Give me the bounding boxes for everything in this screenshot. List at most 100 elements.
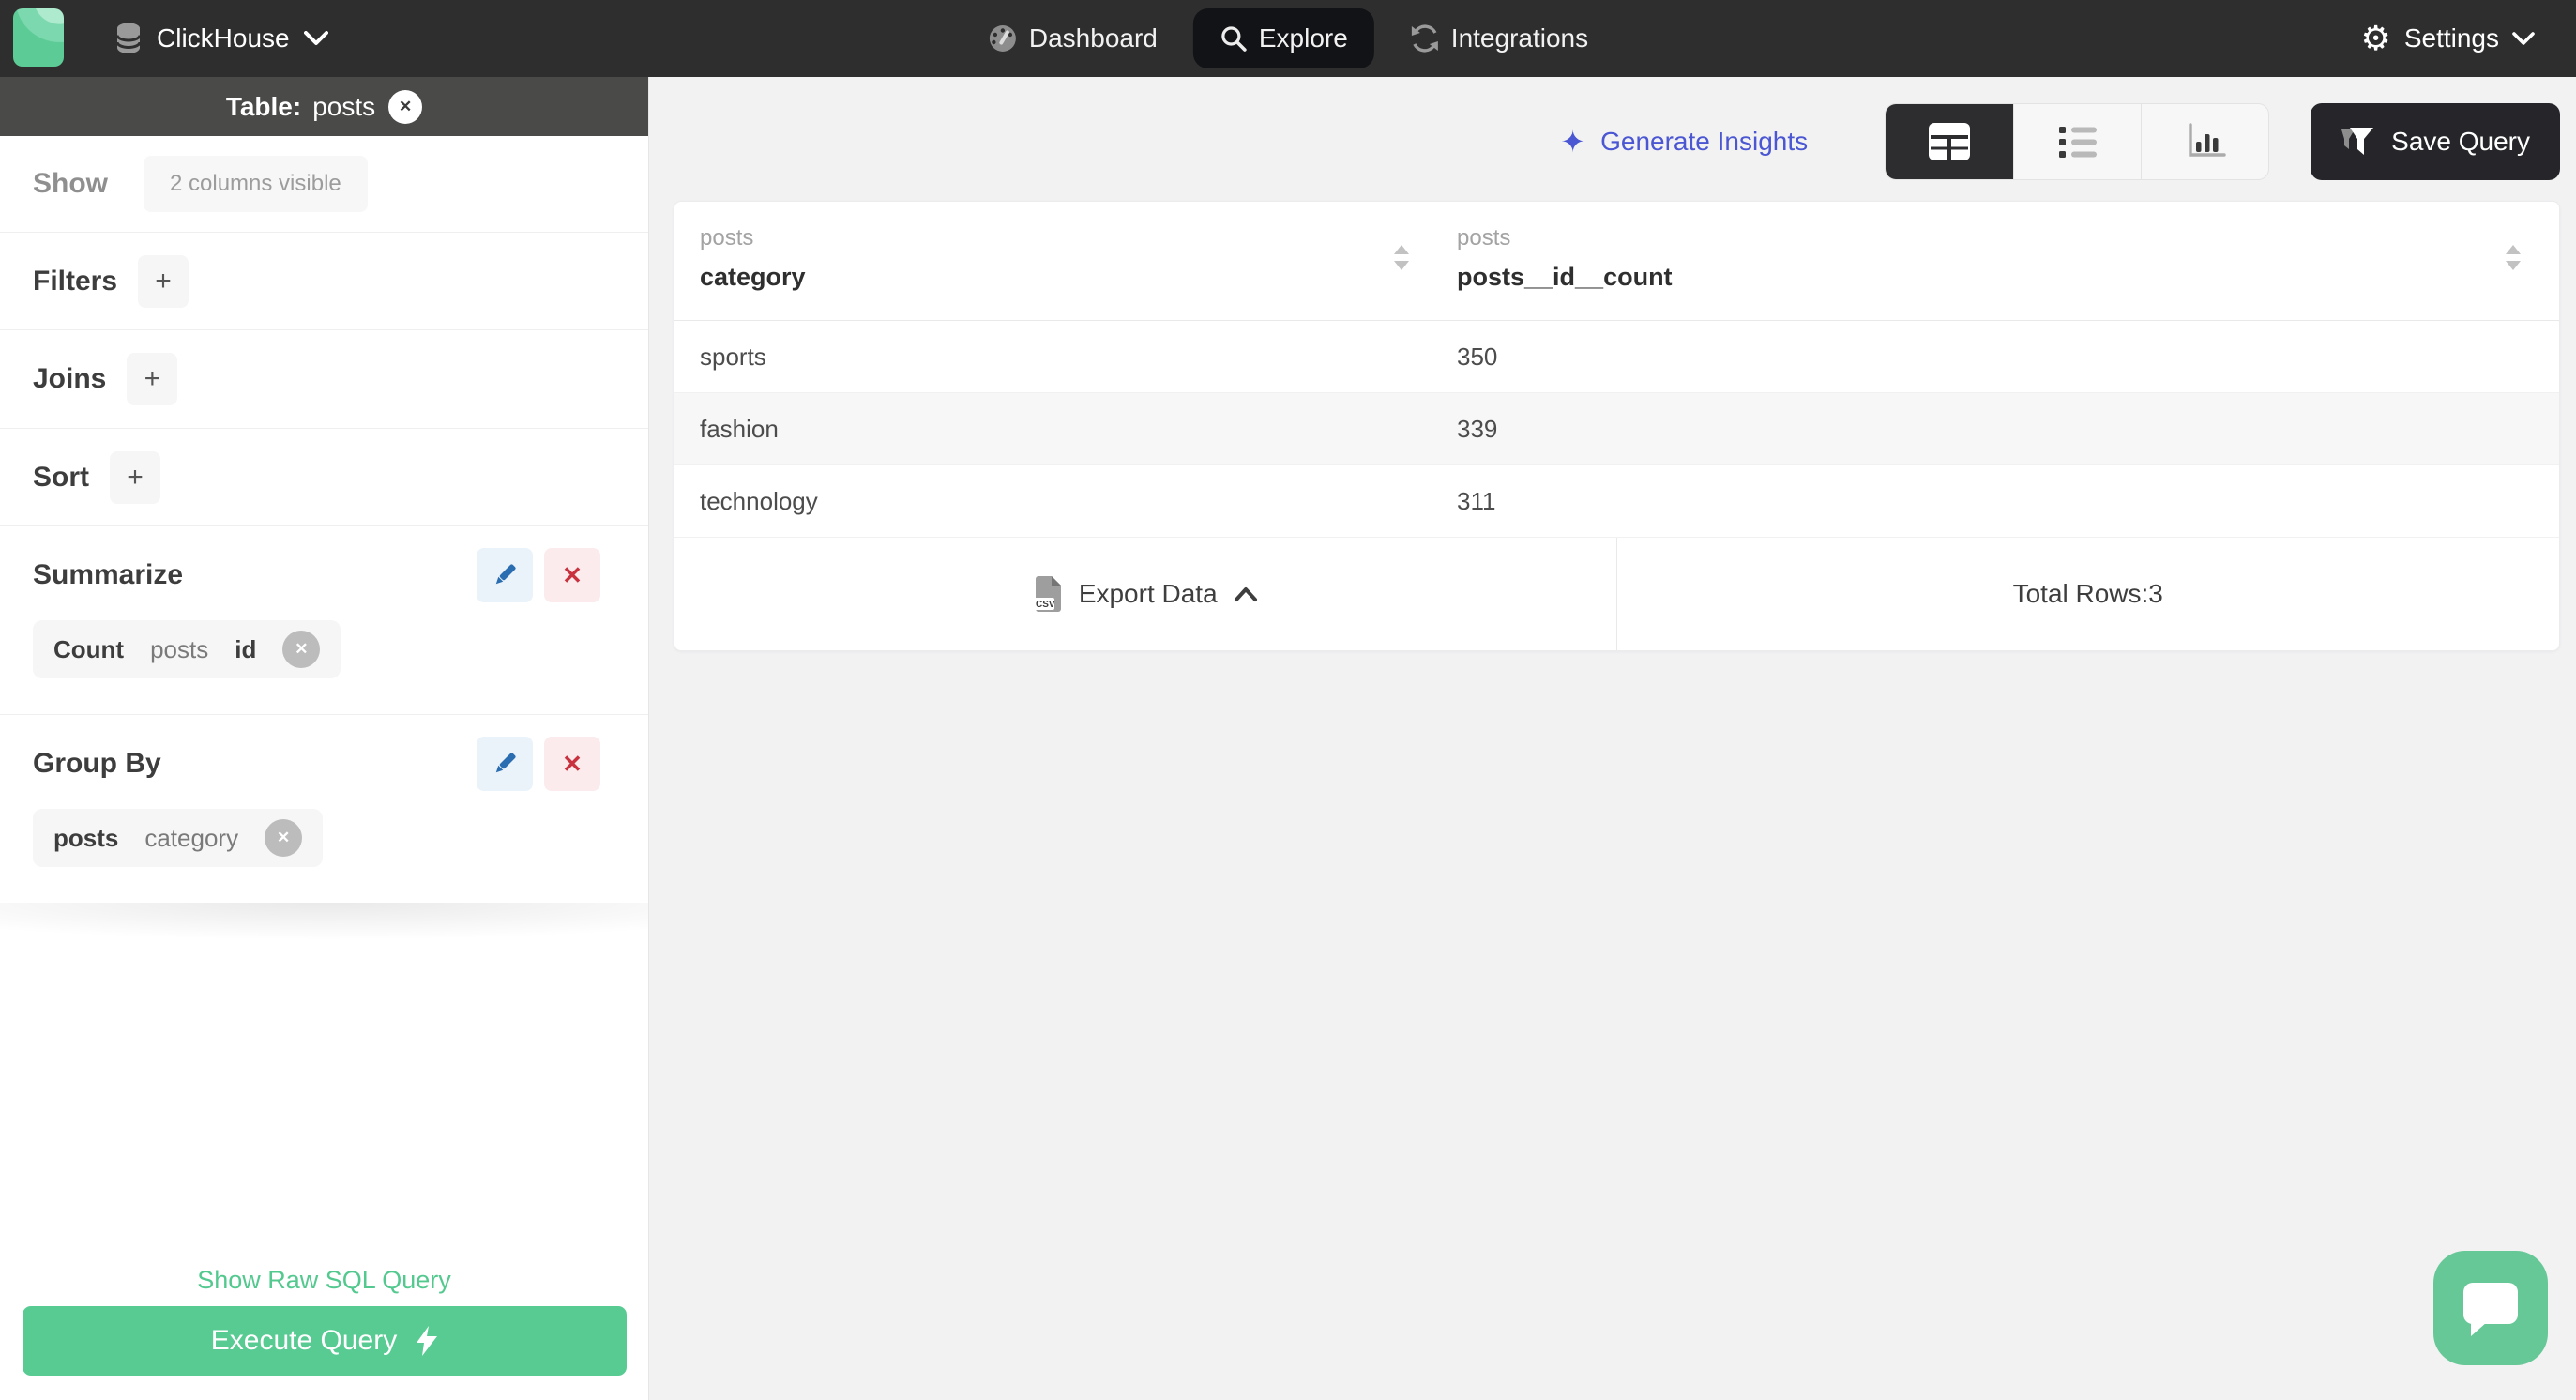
settings-menu[interactable]: ⚙ Settings [2361,0,2535,77]
column-name: posts__id__count [1457,263,1673,291]
chevron-down-icon [303,31,328,45]
query-builder-sidebar: Table: posts ✕ Show 2 columns visible Fi… [0,77,649,1400]
remove-summarize-button[interactable]: ✕ [544,548,600,602]
summarize-table: posts [150,634,209,663]
summarize-chip: Count posts id ✕ [33,620,341,678]
save-query-button[interactable]: Save Query [2311,103,2560,180]
chat-widget-button[interactable] [2433,1251,2548,1365]
save-query-label: Save Query [2391,127,2530,156]
table-footer: CSV Export Data Total Rows:3 [674,538,2559,650]
table-row: sports 350 [674,321,2559,393]
column-group: posts [1457,225,1511,251]
search-icon [1221,26,1247,52]
table-cell: 311 [1457,486,1496,515]
results-toolbar: ✦ Generate Insights Save Query [649,103,2560,180]
csv-label: CSV [1036,600,1055,610]
plus-icon: + [127,461,144,493]
sections-end-shadow [0,903,648,963]
gear-icon: ⚙ [2360,19,2391,57]
table-view-button[interactable] [1886,104,2014,179]
add-join-button[interactable]: + [127,353,178,405]
add-filter-button[interactable]: + [138,254,189,308]
export-data-label: Export Data [1078,579,1218,608]
plus-icon: + [144,363,161,394]
remove-group-by-chip-button[interactable]: ✕ [265,819,303,857]
app-logo[interactable] [13,8,64,67]
sparkle-icon: ✦ [1560,125,1586,159]
columns-visible-chip[interactable]: 2 columns visible [144,156,368,212]
filters-label: Filters [33,265,118,297]
nav-integrations-label: Integrations [1450,23,1589,53]
generate-insights-button[interactable]: ✦ Generate Insights [1560,127,1808,157]
remove-group-by-button[interactable]: ✕ [544,737,600,791]
add-sort-button[interactable]: + [110,450,160,504]
csv-file-icon: CSV [1033,576,1061,612]
group-by-section: Group By ✕ posts category ✕ [0,714,648,903]
results-area: ✦ Generate Insights Save Query posts cat… [649,77,2576,1400]
summarize-column: id [235,634,257,663]
sync-icon [1411,24,1438,53]
gauge-icon [989,25,1016,52]
table-cell: 339 [1457,414,1498,443]
close-icon: ✕ [399,97,413,115]
column-header-count[interactable]: posts posts__id__count [1432,202,2559,320]
chat-bubble-icon [2463,1283,2518,1336]
sort-label: Sort [33,461,89,493]
joins-label: Joins [33,363,107,394]
sort-section: Sort + [0,428,648,525]
list-view-icon [2058,127,2097,158]
nav-integrations[interactable]: Integrations [1404,8,1594,68]
table-row: technology 311 [674,465,2559,538]
remove-table-button[interactable]: ✕ [388,89,423,124]
plus-icon: + [155,265,172,297]
chevron-up-icon [1234,587,1257,601]
export-data-button[interactable]: CSV Export Data [674,538,1617,650]
database-icon [115,23,142,53]
show-label: Show [33,168,108,199]
group-by-table: posts [53,823,119,852]
sort-arrows-icon[interactable] [2504,243,2523,273]
table-cell: sports [700,342,766,371]
group-by-chip: posts category ✕ [33,809,324,867]
group-by-label: Group By [33,748,161,779]
nav-dashboard[interactable]: Dashboard [982,8,1163,68]
table-cell: technology [700,486,818,515]
nav-explore[interactable]: Explore [1192,8,1374,68]
table-cell: 350 [1457,342,1498,371]
settings-label: Settings [2403,23,2499,53]
remove-summarize-chip-button[interactable]: ✕ [282,631,321,668]
edit-group-by-button[interactable] [477,737,533,791]
chart-view-button[interactable] [2141,104,2268,179]
summarize-label: Summarize [33,559,184,590]
topbar: ClickHouse Dashboard Explore Integration… [0,0,2576,77]
pencil-icon [495,564,516,585]
list-view-button[interactable] [2013,104,2141,179]
summarize-aggregation: Count [53,634,125,663]
table-label-prefix: Table: [225,91,302,121]
show-raw-sql-link[interactable]: Show Raw SQL Query [0,1266,648,1295]
filters-section: Filters + [0,232,648,329]
close-icon: ✕ [562,749,583,778]
table-view-icon [1929,123,1971,160]
table-header-row: posts category posts posts__id__count [674,202,2559,321]
close-icon: ✕ [295,640,309,658]
results-table-card: posts category posts posts__id__count sp… [674,201,2560,651]
total-rows-indicator: Total Rows:3 [1617,538,2560,650]
close-icon: ✕ [276,829,291,846]
nav-explore-label: Explore [1258,23,1348,53]
column-name: category [700,263,806,291]
total-rows-label: Total Rows:3 [2012,579,2163,608]
view-toggle-group [1885,103,2270,180]
execute-query-label: Execute Query [210,1325,398,1356]
table-cell: fashion [700,414,779,443]
top-navigation: Dashboard Explore Integrations [982,0,1594,77]
execute-query-button[interactable]: Execute Query [23,1306,627,1376]
sort-arrows-icon[interactable] [1392,243,1411,273]
edit-summarize-button[interactable] [477,548,533,602]
nav-dashboard-label: Dashboard [1028,23,1158,53]
table-name: posts [312,91,376,121]
database-selector[interactable]: ClickHouse [114,0,328,77]
column-header-category[interactable]: posts category [674,202,1432,320]
generate-insights-label: Generate Insights [1600,127,1809,156]
chevron-down-icon [2512,31,2535,45]
